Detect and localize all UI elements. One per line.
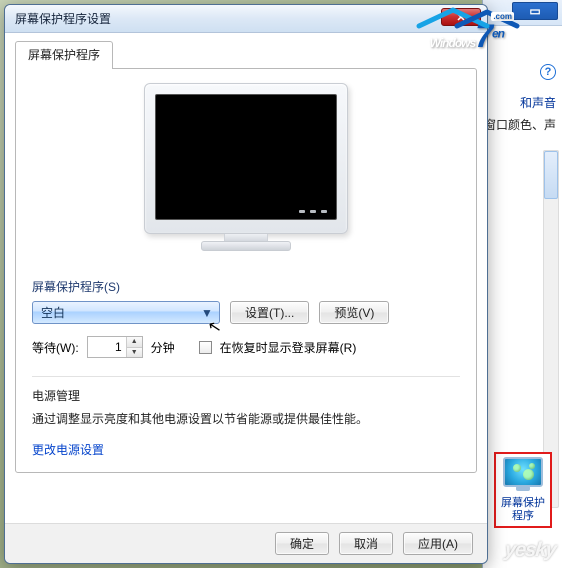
apply-label: 应用(A): [418, 535, 458, 552]
cursor-icon: ↖: [206, 316, 223, 338]
wait-input[interactable]: [88, 337, 126, 357]
tab-screensaver[interactable]: 屏幕保护程序: [15, 41, 113, 69]
preview-screen: [155, 94, 337, 220]
spin-up[interactable]: ▲: [127, 337, 142, 348]
separator: [32, 376, 460, 377]
apply-button[interactable]: 应用(A): [403, 532, 473, 555]
screensaver-shortcut[interactable]: 屏幕保护程序: [494, 452, 552, 528]
preview-monitor: [144, 83, 348, 256]
preview-button[interactable]: 预览(V): [319, 301, 389, 324]
help-icon[interactable]: ?: [540, 64, 556, 80]
ok-button[interactable]: 确定: [275, 532, 329, 555]
power-section-label: 电源管理: [32, 387, 460, 404]
bg-scrollbar-thumb[interactable]: [544, 151, 558, 199]
wait-label: 等待(W):: [32, 339, 79, 356]
settings-button-label: 设置(T)...: [245, 304, 294, 321]
spin-down[interactable]: ▼: [127, 348, 142, 358]
power-description: 通过调整显示亮度和其他电源设置以节省能源或提供最佳性能。: [32, 410, 460, 427]
screensaver-dialog: 屏幕保护程序设置 ✕ 屏幕保护程序: [4, 4, 488, 564]
settings-button[interactable]: 设置(T)...: [230, 301, 309, 324]
cancel-label: 取消: [354, 535, 378, 552]
power-settings-link[interactable]: 更改电源设置: [32, 441, 460, 458]
dialog-footer: 确定 取消 应用(A): [5, 523, 487, 563]
logo-com: .com: [491, 12, 514, 21]
bg-text-sound: 和声音: [520, 94, 556, 111]
power-link-label: 更改电源设置: [32, 443, 104, 457]
windows7en-logo: Windows7en .com: [430, 18, 504, 55]
dialog-title: 屏幕保护程序设置: [15, 10, 111, 27]
logo-text: Windows: [430, 36, 476, 50]
ok-label: 确定: [290, 535, 314, 552]
tab-label: 屏幕保护程序: [28, 48, 100, 62]
screensaver-shortcut-label: 屏幕保护程序: [496, 497, 550, 523]
tab-pane: 屏幕保护程序(S) 空白 ▼ ↖ 设置(T)... 预览(V) 等待(W):: [15, 68, 477, 473]
bg-text-color: 窗口颜色、声: [484, 116, 556, 133]
wait-unit: 分钟: [151, 339, 175, 356]
preview-button-label: 预览(V): [334, 304, 374, 321]
cancel-button[interactable]: 取消: [339, 532, 393, 555]
dropdown-value: 空白: [41, 304, 65, 321]
screensaver-group-label: 屏幕保护程序(S): [32, 278, 460, 295]
watermark: yesky: [504, 539, 557, 562]
screensaver-dropdown[interactable]: 空白 ▼ ↖: [32, 301, 220, 324]
resume-checkbox[interactable]: [199, 341, 212, 354]
wait-spinner[interactable]: ▲ ▼: [87, 336, 143, 358]
monitor-icon: [503, 457, 543, 487]
bg-help-row: ?: [540, 64, 556, 80]
resume-checkbox-label: 在恢复时显示登录屏幕(R): [220, 339, 357, 356]
